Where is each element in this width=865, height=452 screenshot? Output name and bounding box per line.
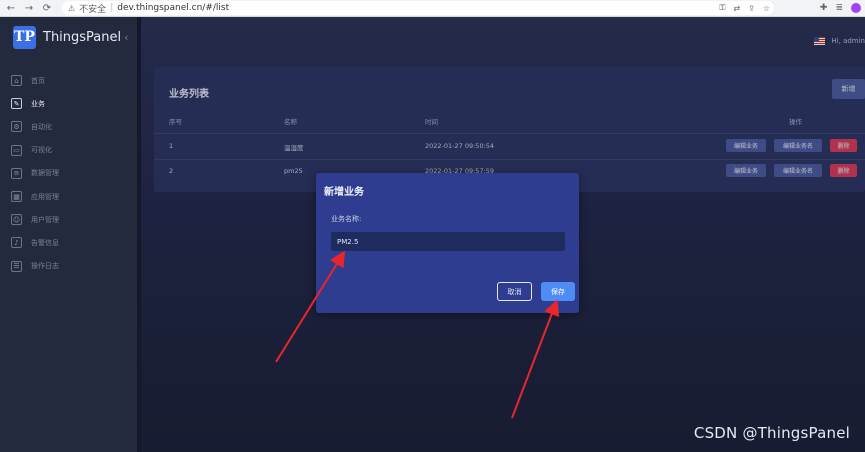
sidebar-item-users[interactable]: ☺ 用户管理 <box>0 208 137 231</box>
save-button[interactable]: 保存 <box>541 282 575 301</box>
brand[interactable]: TP ThingsPanel ‹ <box>13 25 129 49</box>
dialog-title: 新增业务 <box>324 187 364 198</box>
url-text[interactable]: dev.thingspanel.cn/#/list <box>117 3 229 13</box>
sidebar-item-label: 自动化 <box>31 122 52 131</box>
cancel-button[interactable]: 取消 <box>497 282 532 301</box>
share-icon[interactable]: ⇪ <box>748 4 755 13</box>
sidebar-item-label: 操作日志 <box>31 262 59 271</box>
back-icon[interactable]: ← <box>4 1 18 15</box>
sidebar-item-apps[interactable]: ▦ 应用管理 <box>0 185 137 208</box>
alarm-icon: ♪ <box>11 237 22 249</box>
apps-icon: ▦ <box>11 191 22 203</box>
browser-actions: ✚ ≣ <box>820 1 861 15</box>
sidebar: TP ThingsPanel ‹ ⌂ 首页 ✎ 业务 ⚙ 自动化 ▭ 可视化 ≡… <box>0 17 140 452</box>
visualization-icon: ▭ <box>11 144 22 156</box>
sidebar-item-label: 用户管理 <box>31 215 59 224</box>
sidebar-item-alarms[interactable]: ♪ 告警信息 <box>0 231 137 254</box>
insecure-label: 不安全 <box>79 4 107 15</box>
watermark: CSDN @ThingsPanel <box>693 424 850 442</box>
sidebar-item-automation[interactable]: ⚙ 自动化 <box>0 115 137 138</box>
browser-toolbar: ← → ⟳ ⚠ 不安全 | dev.thingspanel.cn/#/list … <box>0 0 865 17</box>
sidebar-item-label: 数据管理 <box>31 169 59 178</box>
business-name-input[interactable] <box>331 232 565 251</box>
star-icon[interactable]: ☆ <box>763 4 770 13</box>
thingspanel-logo-icon: TP <box>13 25 36 49</box>
sidebar-item-visualization[interactable]: ▭ 可视化 <box>0 139 137 162</box>
sidebar-item-home[interactable]: ⌂ 首页 <box>0 69 137 92</box>
data-icon: ≡ <box>11 167 22 179</box>
collapse-sidebar-icon[interactable]: ‹ <box>124 31 128 44</box>
extension-icon[interactable]: ✚ <box>820 3 828 13</box>
sidebar-item-label: 首页 <box>31 76 45 85</box>
automation-icon: ⚙ <box>11 121 22 133</box>
key-icon[interactable]: ⚿ <box>719 3 725 13</box>
brand-name: ThingsPanel <box>43 29 122 45</box>
sidebar-menu: ⌂ 首页 ✎ 业务 ⚙ 自动化 ▭ 可视化 ≡ 数据管理 ▦ 应用管理 ☺ 用户… <box>0 69 137 278</box>
business-name-label: 业务名称: <box>331 215 362 223</box>
reload-icon[interactable]: ⟳ <box>40 1 54 15</box>
sidebar-item-data[interactable]: ≡ 数据管理 <box>0 162 137 185</box>
sidebar-item-label: 应用管理 <box>31 192 59 201</box>
business-icon: ✎ <box>11 98 22 110</box>
url-separator: | <box>110 3 114 13</box>
forward-icon[interactable]: → <box>22 1 36 15</box>
add-business-dialog: 新增业务 业务名称: 取消 保存 <box>316 173 579 313</box>
reading-list-icon[interactable]: ≣ <box>835 3 843 13</box>
sidebar-item-label: 可视化 <box>31 146 52 155</box>
log-icon: ☰ <box>11 260 22 272</box>
profile-avatar[interactable] <box>851 3 861 13</box>
warning-icon[interactable]: ⚠ <box>68 4 75 13</box>
home-icon: ⌂ <box>11 75 22 87</box>
address-bar[interactable]: ⚠ 不安全 | dev.thingspanel.cn/#/list ⚿ ⇄ ⇪ … <box>62 1 774 15</box>
user-icon: ☺ <box>11 214 22 226</box>
sidebar-item-business[interactable]: ✎ 业务 <box>0 92 137 115</box>
sidebar-item-logs[interactable]: ☰ 操作日志 <box>0 255 137 278</box>
sidebar-item-label: 告警信息 <box>31 238 59 247</box>
sidebar-item-label: 业务 <box>31 99 45 108</box>
omnibox-actions: ⚿ ⇄ ⇪ ☆ <box>719 1 770 15</box>
translate-icon[interactable]: ⇄ <box>733 4 740 13</box>
